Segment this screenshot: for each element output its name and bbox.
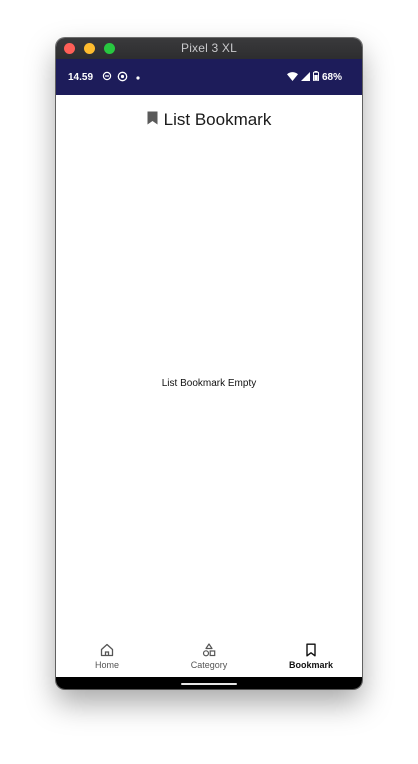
bookmark-outline-icon: [306, 643, 316, 657]
nav-item-category[interactable]: Category: [158, 633, 260, 677]
nav-item-home[interactable]: Home: [56, 633, 158, 677]
signal-icon: [300, 71, 310, 84]
wifi-icon: [286, 71, 298, 84]
emulator-window: Pixel 3 XL 14.59 68% List Bookmark List …: [56, 38, 362, 689]
page-title-text: List Bookmark: [163, 110, 272, 129]
nav-item-bookmark[interactable]: Bookmark: [260, 633, 362, 677]
home-icon: [100, 643, 114, 657]
bookmark-icon: [147, 110, 158, 130]
window-titlebar[interactable]: Pixel 3 XL: [56, 38, 362, 59]
settings-icon: [117, 71, 128, 85]
category-icon: [202, 643, 216, 657]
status-right-group: 68%: [286, 71, 342, 84]
nav-label-home: Home: [94, 660, 119, 670]
window-title: Pixel 3 XL: [180, 41, 238, 55]
gesture-navigation-area: [56, 677, 362, 689]
page-title: List Bookmark: [56, 110, 362, 130]
notification-dot-icon: [136, 72, 140, 83]
nav-label-bookmark: Bookmark: [288, 660, 333, 670]
status-bar: 14.59 68%: [56, 59, 362, 95]
status-time: 14.59: [68, 72, 94, 83]
bookmark-screen: List Bookmark List Bookmark Empty: [56, 95, 362, 633]
stage: Pixel 3 XL 14.59 68% List Bookmark List …: [0, 0, 418, 764]
nav-label-category: Category: [190, 660, 228, 670]
gesture-handle[interactable]: [181, 683, 237, 685]
empty-state-message: List Bookmark Empty: [161, 378, 257, 389]
battery-icon: [312, 71, 319, 84]
battery-percent: 68%: [321, 72, 342, 83]
bottom-navigation: Home Category Bookmark: [56, 633, 362, 677]
sync-icon: [102, 71, 112, 84]
